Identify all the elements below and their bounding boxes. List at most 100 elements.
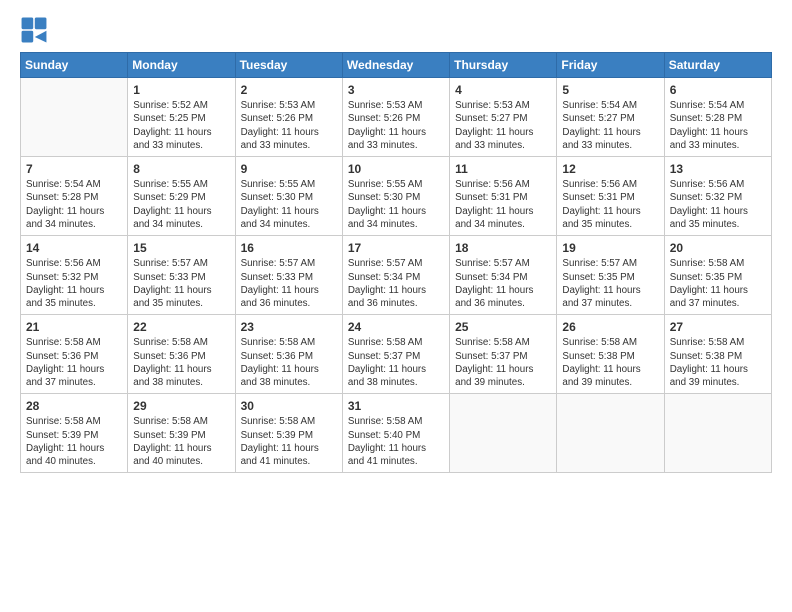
day-info: Sunrise: 5:57 AM Sunset: 5:33 PM Dayligh… — [133, 257, 229, 310]
day-number: 26 — [562, 319, 658, 335]
day-info: Sunrise: 5:54 AM Sunset: 5:28 PM Dayligh… — [670, 99, 766, 152]
day-info: Sunrise: 5:56 AM Sunset: 5:31 PM Dayligh… — [562, 178, 658, 231]
day-info: Sunrise: 5:57 AM Sunset: 5:35 PM Dayligh… — [562, 257, 658, 310]
day-info: Sunrise: 5:58 AM Sunset: 5:35 PM Dayligh… — [670, 257, 766, 310]
calendar-cell: 11Sunrise: 5:56 AM Sunset: 5:31 PM Dayli… — [450, 157, 557, 236]
col-header-saturday: Saturday — [664, 53, 771, 78]
calendar-cell — [21, 78, 128, 157]
day-info: Sunrise: 5:58 AM Sunset: 5:37 PM Dayligh… — [348, 336, 444, 389]
day-info: Sunrise: 5:58 AM Sunset: 5:36 PM Dayligh… — [241, 336, 337, 389]
day-info: Sunrise: 5:53 AM Sunset: 5:27 PM Dayligh… — [455, 99, 551, 152]
calendar-cell: 18Sunrise: 5:57 AM Sunset: 5:34 PM Dayli… — [450, 236, 557, 315]
day-info: Sunrise: 5:58 AM Sunset: 5:37 PM Dayligh… — [455, 336, 551, 389]
day-info: Sunrise: 5:55 AM Sunset: 5:29 PM Dayligh… — [133, 178, 229, 231]
calendar-cell: 25Sunrise: 5:58 AM Sunset: 5:37 PM Dayli… — [450, 315, 557, 394]
day-info: Sunrise: 5:54 AM Sunset: 5:28 PM Dayligh… — [26, 178, 122, 231]
calendar-cell — [664, 394, 771, 473]
day-info: Sunrise: 5:52 AM Sunset: 5:25 PM Dayligh… — [133, 99, 229, 152]
calendar-cell: 6Sunrise: 5:54 AM Sunset: 5:28 PM Daylig… — [664, 78, 771, 157]
day-info: Sunrise: 5:55 AM Sunset: 5:30 PM Dayligh… — [348, 178, 444, 231]
day-info: Sunrise: 5:57 AM Sunset: 5:34 PM Dayligh… — [348, 257, 444, 310]
calendar-cell: 15Sunrise: 5:57 AM Sunset: 5:33 PM Dayli… — [128, 236, 235, 315]
day-number: 23 — [241, 319, 337, 335]
day-number: 13 — [670, 161, 766, 177]
day-number: 8 — [133, 161, 229, 177]
col-header-sunday: Sunday — [21, 53, 128, 78]
day-info: Sunrise: 5:53 AM Sunset: 5:26 PM Dayligh… — [348, 99, 444, 152]
calendar-cell: 22Sunrise: 5:58 AM Sunset: 5:36 PM Dayli… — [128, 315, 235, 394]
col-header-tuesday: Tuesday — [235, 53, 342, 78]
day-number: 21 — [26, 319, 122, 335]
calendar-cell: 5Sunrise: 5:54 AM Sunset: 5:27 PM Daylig… — [557, 78, 664, 157]
calendar-cell: 1Sunrise: 5:52 AM Sunset: 5:25 PM Daylig… — [128, 78, 235, 157]
calendar-cell: 29Sunrise: 5:58 AM Sunset: 5:39 PM Dayli… — [128, 394, 235, 473]
day-info: Sunrise: 5:56 AM Sunset: 5:31 PM Dayligh… — [455, 178, 551, 231]
calendar-cell: 24Sunrise: 5:58 AM Sunset: 5:37 PM Dayli… — [342, 315, 449, 394]
day-info: Sunrise: 5:58 AM Sunset: 5:40 PM Dayligh… — [348, 415, 444, 468]
day-info: Sunrise: 5:58 AM Sunset: 5:39 PM Dayligh… — [26, 415, 122, 468]
calendar-week-2: 7Sunrise: 5:54 AM Sunset: 5:28 PM Daylig… — [21, 157, 772, 236]
calendar-cell: 9Sunrise: 5:55 AM Sunset: 5:30 PM Daylig… — [235, 157, 342, 236]
calendar-cell: 31Sunrise: 5:58 AM Sunset: 5:40 PM Dayli… — [342, 394, 449, 473]
day-number: 9 — [241, 161, 337, 177]
calendar-week-1: 1Sunrise: 5:52 AM Sunset: 5:25 PM Daylig… — [21, 78, 772, 157]
day-info: Sunrise: 5:58 AM Sunset: 5:39 PM Dayligh… — [241, 415, 337, 468]
calendar-cell — [450, 394, 557, 473]
day-number: 11 — [455, 161, 551, 177]
header — [20, 16, 772, 44]
col-header-monday: Monday — [128, 53, 235, 78]
logo-icon — [20, 16, 48, 44]
day-number: 19 — [562, 240, 658, 256]
day-info: Sunrise: 5:57 AM Sunset: 5:33 PM Dayligh… — [241, 257, 337, 310]
day-number: 24 — [348, 319, 444, 335]
day-number: 5 — [562, 82, 658, 98]
calendar-cell: 13Sunrise: 5:56 AM Sunset: 5:32 PM Dayli… — [664, 157, 771, 236]
calendar-cell: 8Sunrise: 5:55 AM Sunset: 5:29 PM Daylig… — [128, 157, 235, 236]
calendar-cell: 4Sunrise: 5:53 AM Sunset: 5:27 PM Daylig… — [450, 78, 557, 157]
day-number: 29 — [133, 398, 229, 414]
day-info: Sunrise: 5:58 AM Sunset: 5:36 PM Dayligh… — [133, 336, 229, 389]
day-info: Sunrise: 5:55 AM Sunset: 5:30 PM Dayligh… — [241, 178, 337, 231]
calendar-cell: 30Sunrise: 5:58 AM Sunset: 5:39 PM Dayli… — [235, 394, 342, 473]
col-header-wednesday: Wednesday — [342, 53, 449, 78]
calendar-cell: 26Sunrise: 5:58 AM Sunset: 5:38 PM Dayli… — [557, 315, 664, 394]
page: SundayMondayTuesdayWednesdayThursdayFrid… — [0, 0, 792, 612]
day-number: 12 — [562, 161, 658, 177]
calendar-cell: 3Sunrise: 5:53 AM Sunset: 5:26 PM Daylig… — [342, 78, 449, 157]
day-info: Sunrise: 5:58 AM Sunset: 5:38 PM Dayligh… — [562, 336, 658, 389]
day-number: 1 — [133, 82, 229, 98]
day-number: 20 — [670, 240, 766, 256]
day-info: Sunrise: 5:58 AM Sunset: 5:39 PM Dayligh… — [133, 415, 229, 468]
calendar-week-3: 14Sunrise: 5:56 AM Sunset: 5:32 PM Dayli… — [21, 236, 772, 315]
col-header-thursday: Thursday — [450, 53, 557, 78]
calendar-cell: 23Sunrise: 5:58 AM Sunset: 5:36 PM Dayli… — [235, 315, 342, 394]
day-number: 3 — [348, 82, 444, 98]
day-number: 31 — [348, 398, 444, 414]
calendar-cell: 21Sunrise: 5:58 AM Sunset: 5:36 PM Dayli… — [21, 315, 128, 394]
calendar-cell: 7Sunrise: 5:54 AM Sunset: 5:28 PM Daylig… — [21, 157, 128, 236]
day-number: 7 — [26, 161, 122, 177]
day-number: 22 — [133, 319, 229, 335]
calendar-week-5: 28Sunrise: 5:58 AM Sunset: 5:39 PM Dayli… — [21, 394, 772, 473]
logo — [20, 16, 52, 44]
day-number: 16 — [241, 240, 337, 256]
day-number: 30 — [241, 398, 337, 414]
col-header-friday: Friday — [557, 53, 664, 78]
day-number: 17 — [348, 240, 444, 256]
day-number: 27 — [670, 319, 766, 335]
calendar-cell: 10Sunrise: 5:55 AM Sunset: 5:30 PM Dayli… — [342, 157, 449, 236]
day-number: 28 — [26, 398, 122, 414]
day-number: 25 — [455, 319, 551, 335]
calendar-table: SundayMondayTuesdayWednesdayThursdayFrid… — [20, 52, 772, 473]
day-number: 4 — [455, 82, 551, 98]
day-info: Sunrise: 5:56 AM Sunset: 5:32 PM Dayligh… — [26, 257, 122, 310]
day-info: Sunrise: 5:56 AM Sunset: 5:32 PM Dayligh… — [670, 178, 766, 231]
day-number: 6 — [670, 82, 766, 98]
day-number: 14 — [26, 240, 122, 256]
calendar-cell: 2Sunrise: 5:53 AM Sunset: 5:26 PM Daylig… — [235, 78, 342, 157]
calendar-cell: 17Sunrise: 5:57 AM Sunset: 5:34 PM Dayli… — [342, 236, 449, 315]
day-info: Sunrise: 5:57 AM Sunset: 5:34 PM Dayligh… — [455, 257, 551, 310]
day-info: Sunrise: 5:54 AM Sunset: 5:27 PM Dayligh… — [562, 99, 658, 152]
calendar-cell: 14Sunrise: 5:56 AM Sunset: 5:32 PM Dayli… — [21, 236, 128, 315]
calendar-cell: 12Sunrise: 5:56 AM Sunset: 5:31 PM Dayli… — [557, 157, 664, 236]
